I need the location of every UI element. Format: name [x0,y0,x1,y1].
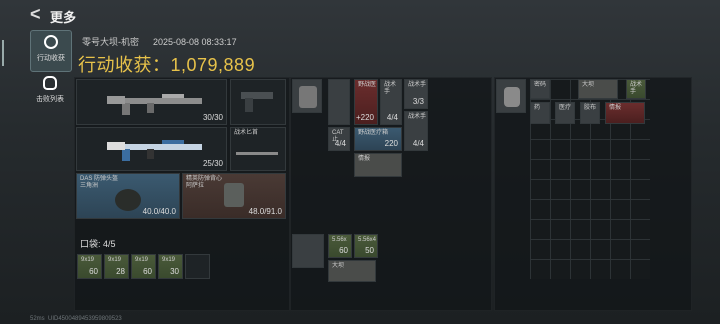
pocket-label: 口袋: 4/5 [80,239,116,249]
pistol-icon [241,92,273,112]
loot-total-label: 行动收获： [78,55,171,75]
backpack-item[interactable]: 药 [530,102,550,124]
pouch-item[interactable]: 5.56x 60 [328,234,352,258]
tab-loot[interactable]: 行动收获 [30,30,72,72]
ammo-count: 60 [143,267,152,276]
pocket-slot[interactable]: 9x19 30 [158,254,183,279]
sidearm-slot[interactable] [230,79,286,125]
rifle-icon [107,140,202,161]
rig-item[interactable]: CAT止 4/4 [328,127,350,151]
pocket-slot[interactable]: 9x19 60 [77,254,102,279]
pouch-icon-slot[interactable] [292,234,324,268]
side-indicator [2,40,4,66]
secondary-weapon-slot[interactable]: 25/30 [76,127,227,171]
melee-name: 战术匕首 [234,130,259,136]
rig-item[interactable]: 战术手 3/3 [404,79,428,109]
raid-meta: 零号大坝-机密 2025-08-08 08:33:17 [82,35,237,48]
armor-slot[interactable]: 精英防弹背心 阿萨拉 48.0/91.0 [182,173,286,219]
ammo-count: 28 [116,267,125,276]
rig-item[interactable]: 野战医疗箱 220 [354,127,402,151]
ammo-name: 9x19 [135,257,149,263]
backpack-item[interactable]: 胶布 [580,102,600,124]
armor-durability: 48.0/91.0 [248,207,282,216]
backpack-item[interactable]: 医疗 [555,102,575,124]
secondary-ammo: 25/30 [202,159,223,168]
helmet-icon [115,189,141,211]
page-title: 更多 [50,10,77,25]
ammo-count: 30 [170,267,179,276]
ammo-name: 9x19 [162,257,176,263]
tab-kills-label: 击败列表 [36,96,64,103]
backpack-item[interactable]: 情报 [605,102,645,124]
backpack-icon-slot[interactable] [496,79,526,113]
tab-loot-label: 行动收获 [37,55,65,62]
backpack-item[interactable]: 战术手 [626,79,646,99]
vest-icon [299,86,317,108]
skull-icon [43,76,57,90]
status-bar: 52ms UID4500489453959809523 [30,316,122,322]
armor-name: 精英防弹背心 阿萨拉 [186,176,223,189]
primary-weapon-slot[interactable]: 30/30 [76,79,227,125]
backpack-item[interactable]: 大坝 [578,79,618,99]
map-name: 零号大坝-机密 [82,37,139,47]
player-uid: UID4500489453959809523 [48,316,122,322]
rifle-icon [107,94,202,115]
rig-item[interactable]: 战术手 4/4 [380,79,402,125]
target-icon [44,35,58,49]
pouch-item[interactable]: 5.56x4 50 [354,234,378,258]
pouch-item[interactable]: 大坝 [328,260,376,282]
rig-item[interactable]: 野战医 +220 [354,79,378,125]
pocket-slot[interactable]: 9x19 60 [131,254,156,279]
back-icon[interactable]: < [30,5,44,23]
vest-icon [224,183,244,207]
backpack-item[interactable]: 密码 [530,79,550,99]
network-ping: 52ms [30,316,45,322]
rig-item[interactable] [328,79,350,125]
rig-item[interactable]: 战术手 4/4 [404,111,428,151]
helmet-slot[interactable]: DAS 防弹头盔 三角洲 40.0/40.0 [76,173,180,219]
ammo-count: 60 [89,267,98,276]
rig-item[interactable]: 情报 [354,153,402,177]
melee-slot[interactable]: 战术匕首 [230,127,286,171]
loot-total: 行动收获：1,079,889 [78,51,255,77]
pocket-slot[interactable]: 9x19 28 [104,254,129,279]
raid-datetime: 2025-08-08 08:33:17 [153,37,237,47]
primary-ammo: 30/30 [202,113,223,122]
knife-icon [236,152,278,155]
ammo-name: 9x19 [108,257,122,263]
tab-kills[interactable]: 击败列表 [30,72,70,112]
backpack-icon [504,87,520,107]
rig-icon-slot[interactable] [292,79,322,113]
loot-total-value: 1,079,889 [170,55,256,75]
helmet-durability: 40.0/40.0 [142,207,176,216]
ammo-name: 9x19 [81,257,95,263]
pocket-slot-empty[interactable] [185,254,210,279]
